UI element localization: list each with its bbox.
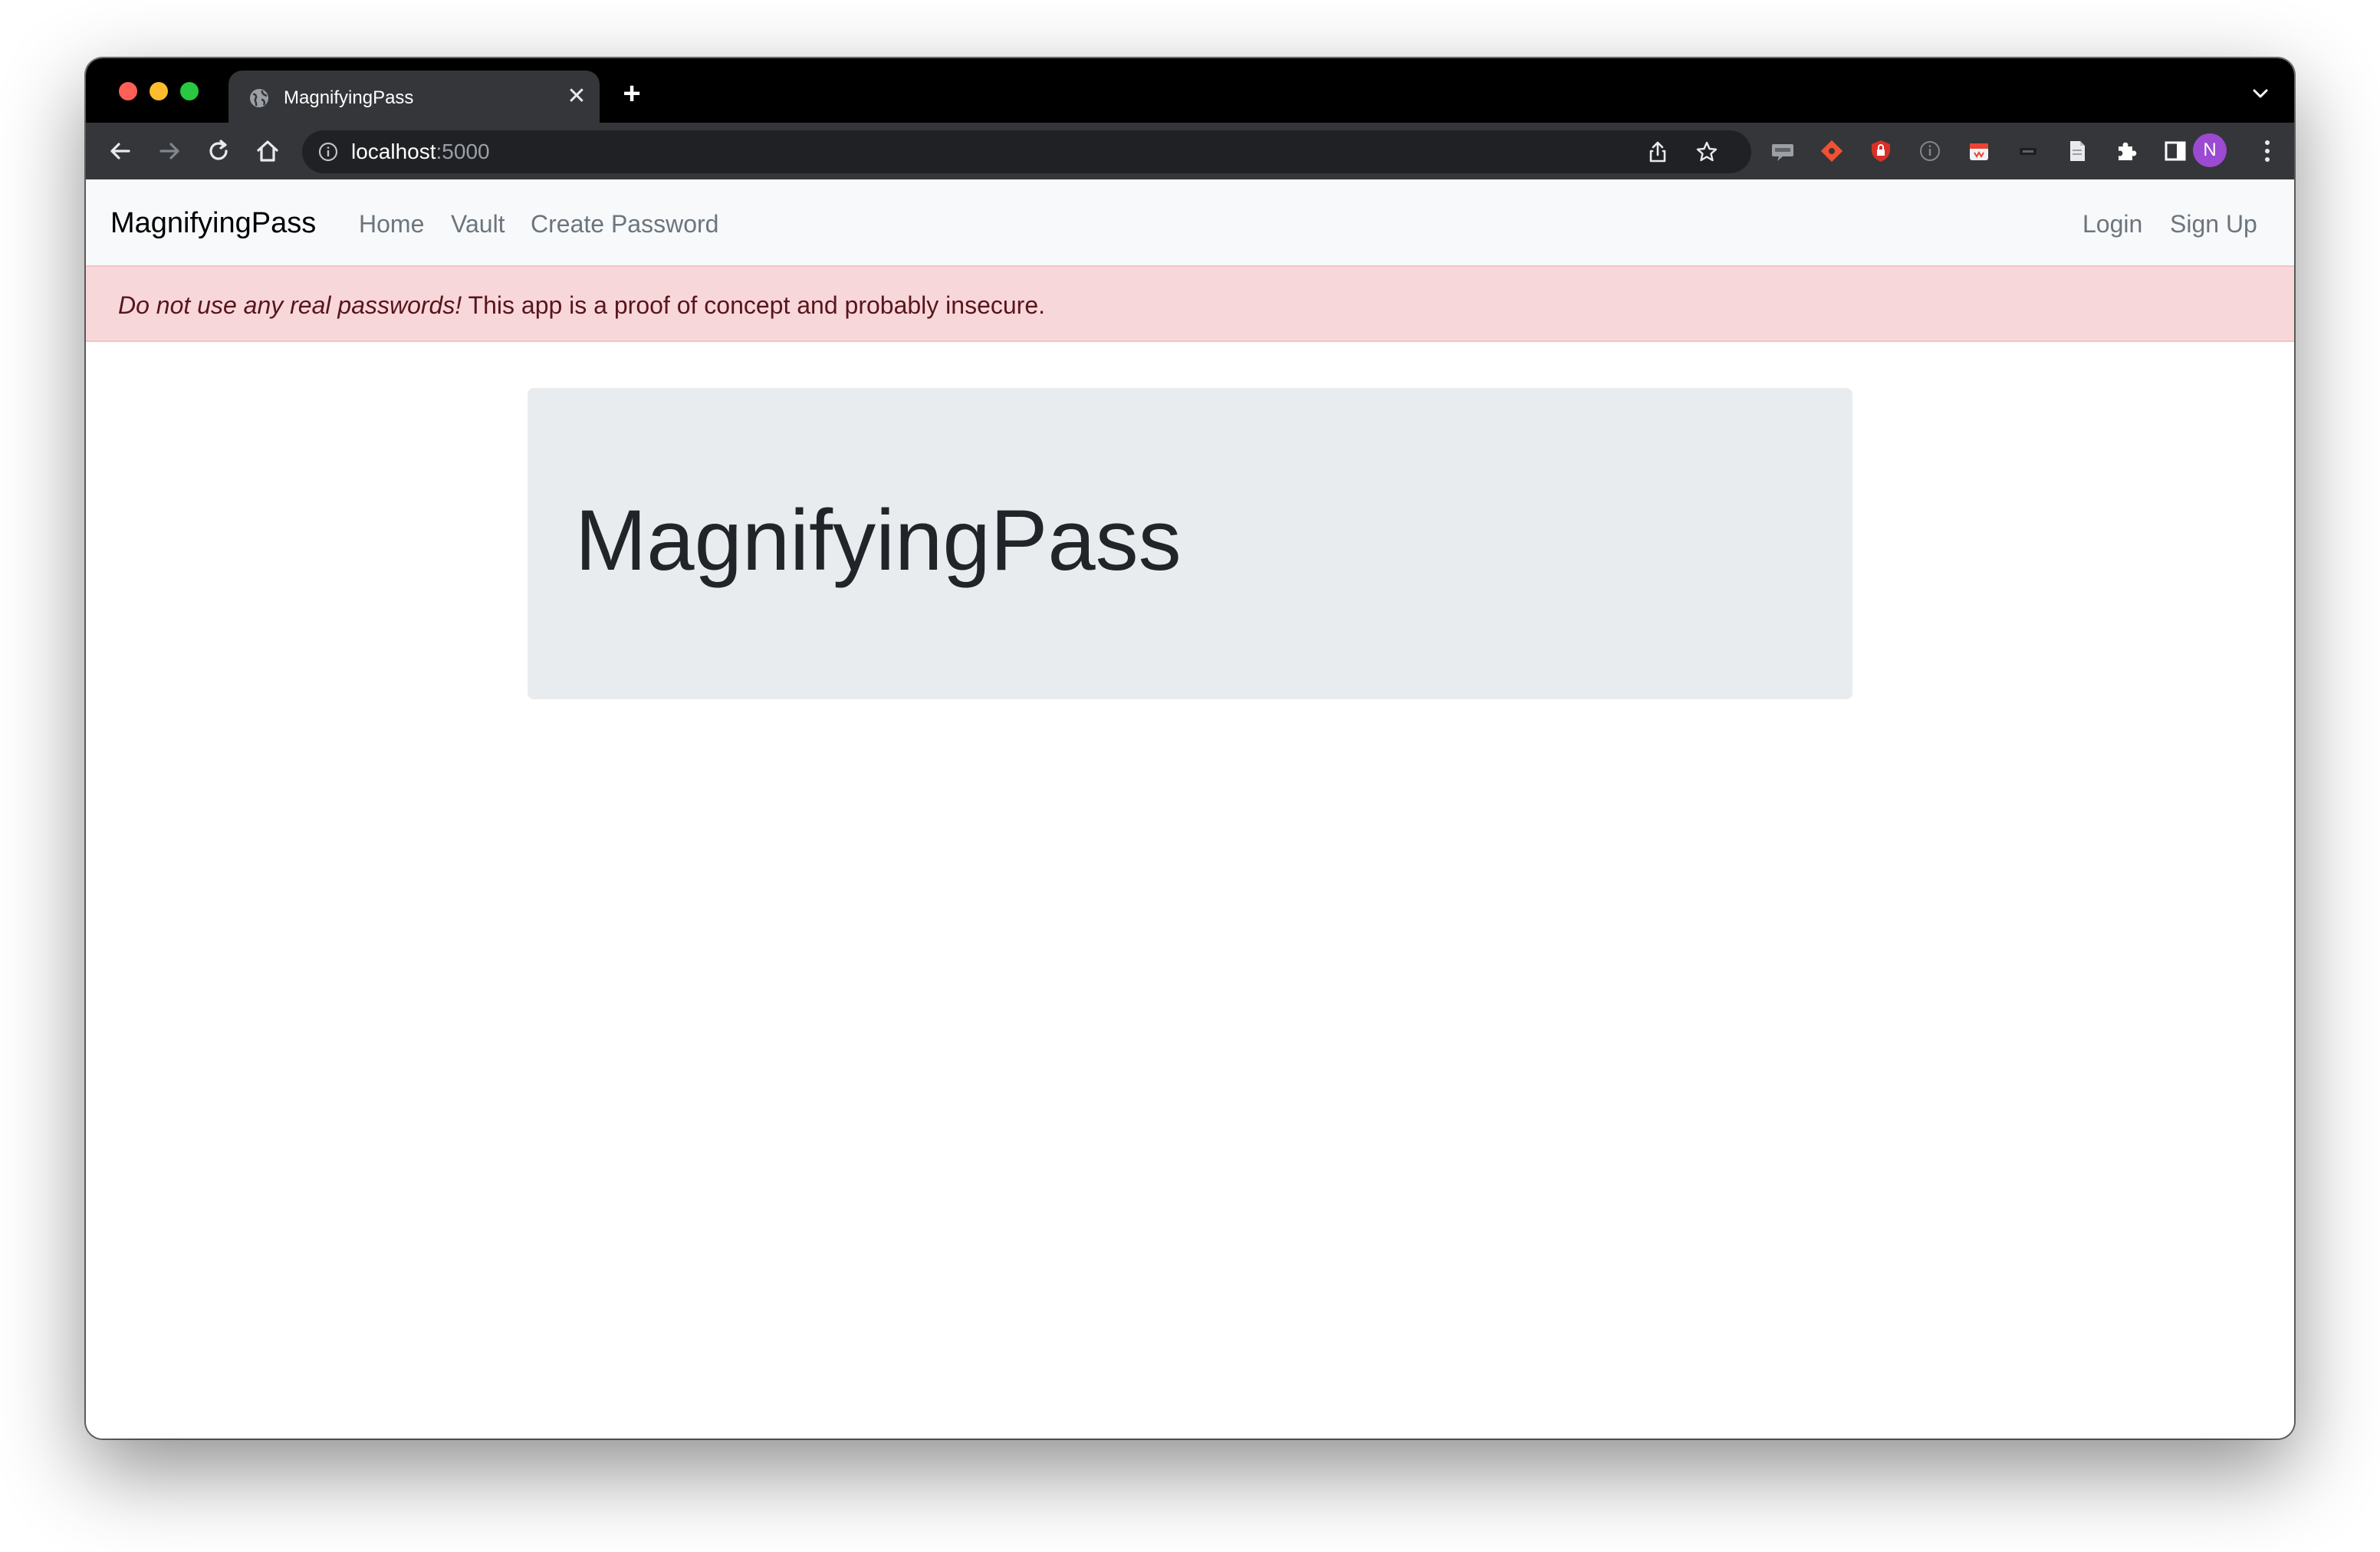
calendar-extension-icon[interactable] [1966, 138, 1992, 164]
side-panel-icon[interactable] [2162, 138, 2188, 164]
git-extension-icon[interactable] [1819, 138, 1845, 164]
site-info-icon[interactable] [317, 141, 339, 163]
tab-title: MagnifyingPass [284, 87, 414, 108]
nav-link-sign-up[interactable]: Sign Up [2170, 209, 2257, 239]
maximize-window-button[interactable] [180, 82, 199, 100]
alert-text: Do not use any real passwords! This app … [118, 290, 1045, 321]
warning-alert: Do not use any real passwords! This app … [86, 265, 2294, 342]
web-page: MagnifyingPass Home Vault Create Passwor… [86, 179, 2294, 1439]
minimize-window-button[interactable] [150, 82, 168, 100]
hero-title: MagnifyingPass [575, 492, 1182, 588]
dark-badge-extension-icon[interactable] [2015, 138, 2041, 164]
css-extension-icon[interactable] [1770, 138, 1796, 164]
tab-active[interactable]: MagnifyingPass ✕ [228, 71, 600, 123]
new-tab-button[interactable]: + [616, 78, 647, 110]
profile-avatar[interactable]: N [2193, 133, 2227, 167]
nav-link-home[interactable]: Home [359, 209, 424, 239]
back-arrow-icon[interactable] [106, 136, 135, 166]
url-port: :5000 [436, 140, 490, 163]
site-navbar: MagnifyingPass Home Vault Create Passwor… [86, 179, 2294, 265]
hero-jumbotron: MagnifyingPass [528, 388, 1852, 699]
document-extension-icon[interactable] [2064, 138, 2090, 164]
nav-link-login[interactable]: Login [2082, 209, 2142, 239]
browser-window: MagnifyingPass ✕ + localhost:5000 N Magn… [86, 58, 2294, 1439]
forward-arrow-icon[interactable] [155, 136, 184, 166]
more-menu-icon[interactable] [2254, 136, 2280, 166]
reload-icon[interactable] [204, 136, 233, 166]
close-window-button[interactable] [119, 82, 137, 100]
bookmark-star-icon[interactable] [1695, 140, 1719, 164]
home-icon[interactable] [253, 136, 282, 166]
close-tab-button[interactable]: ✕ [564, 84, 589, 109]
address-bar[interactable]: localhost:5000 [302, 130, 1751, 173]
globe-icon [250, 89, 268, 107]
alert-emphasis: Do not use any real passwords! [118, 291, 462, 319]
shield-lock-extension-icon[interactable] [1868, 138, 1894, 164]
navbar-brand[interactable]: MagnifyingPass [110, 206, 316, 241]
url-host: localhost [351, 140, 436, 163]
url-text: localhost:5000 [351, 140, 490, 164]
nav-link-vault[interactable]: Vault [451, 209, 505, 239]
tab-strip: MagnifyingPass ✕ + [86, 58, 2294, 123]
tab-search-chevron-icon[interactable] [2248, 81, 2273, 106]
nav-link-create-password[interactable]: Create Password [531, 209, 718, 239]
share-icon[interactable] [1645, 140, 1670, 164]
alert-message: This app is a proof of concept and proba… [462, 291, 1045, 319]
browser-toolbar: localhost:5000 N [86, 123, 2294, 179]
info-circle-extension-icon[interactable] [1917, 138, 1943, 164]
puzzle-extensions-icon[interactable] [2113, 138, 2139, 164]
